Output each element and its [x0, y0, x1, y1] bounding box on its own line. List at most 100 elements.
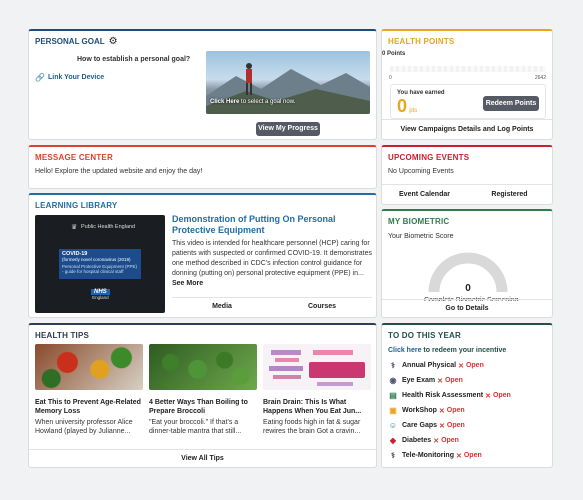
- status-x-icon: ✕: [433, 437, 440, 445]
- go-to-details-link[interactable]: Go to Details: [382, 299, 552, 317]
- todo-card: TO DO THIS YEAR Click here to redeem you…: [381, 323, 553, 468]
- todo-label: Health Risk Assessment: [402, 392, 484, 399]
- tip-title: Eat This to Prevent Age-Related Memory L…: [35, 399, 141, 415]
- view-progress-button[interactable]: View My Progress: [256, 122, 320, 136]
- view-campaigns-link[interactable]: View Campaigns Details and Log Points: [382, 119, 552, 139]
- clipboard-icon: ▤: [389, 391, 397, 400]
- todo-list: ⚕ Annual Physical ✕ Open ◉ Eye Exam ✕ Op…: [388, 358, 511, 463]
- status-x-icon: ✕: [439, 422, 445, 430]
- gear-icon[interactable]: ⚙: [109, 36, 118, 46]
- health-points-card: HEALTH POINTS 0 Points 0 2642 You have e…: [381, 29, 553, 140]
- goal-question: How to establish a personal goal?: [77, 56, 191, 63]
- see-more-link[interactable]: See More: [172, 280, 203, 287]
- status-open: Open: [444, 377, 463, 384]
- nhs-badge: NHS England: [91, 289, 110, 300]
- status-open: Open: [446, 422, 465, 429]
- todo-label: WorkShop: [402, 407, 437, 414]
- nhs-badge-bottom: England: [92, 295, 109, 300]
- learning-library-title: LEARNING LIBRARY: [35, 201, 118, 210]
- link-icon: 🔗: [35, 73, 45, 82]
- goal-image-caption-bold: Click Here: [210, 99, 240, 105]
- word-cloud-graphic: [269, 350, 365, 386]
- tip-desc: "Eat your broccoli." If that's a dinner-…: [149, 419, 242, 435]
- video-header: Public Health England: [81, 224, 136, 230]
- tab-media[interactable]: Media: [172, 298, 272, 317]
- redeem-incentive-line: Click here to redeem your incentive: [388, 347, 506, 354]
- link-device-label: Link Your Device: [47, 74, 105, 81]
- todo-label: Diabetes: [402, 437, 432, 444]
- stethoscope-icon: ⚕: [390, 361, 396, 370]
- todo-item-eye-exam[interactable]: ◉ Eye Exam ✕ Open: [388, 373, 511, 388]
- message-text: Hello! Explore the updated website and e…: [35, 168, 203, 175]
- status-x-icon: ✕: [455, 452, 462, 460]
- health-tips-card: HEALTH TIPS Eat This to Prevent Age-Rela…: [28, 323, 377, 468]
- tip-card-2[interactable]: 4 Better Ways Than Boiling to Prepare Br…: [149, 344, 257, 436]
- video-thumbnail[interactable]: ♛ Public Health England COVID-19 (former…: [35, 215, 165, 313]
- tip-desc: Eating foods high in fat & sugar rewires…: [263, 419, 361, 435]
- todo-item-care-gaps[interactable]: ☺ Care Gaps ✕ Open: [388, 418, 511, 433]
- todo-item-diabetes[interactable]: ◆ Diabetes ✕ Open: [388, 433, 511, 448]
- message-center-title: MESSAGE CENTER: [35, 153, 113, 162]
- tip-card-3[interactable]: Brain Drain: This Is What Happens When Y…: [263, 344, 371, 436]
- tab-registered[interactable]: Registered: [467, 185, 552, 204]
- upcoming-events-card: UPCOMING EVENTS No Upcoming Events Event…: [381, 145, 553, 205]
- tab-event-calendar[interactable]: Event Calendar: [382, 185, 467, 204]
- article-title[interactable]: Demonstration of Putting On Personal Pro…: [172, 214, 362, 236]
- earned-unit: pts: [409, 108, 418, 114]
- todo-item-workshop[interactable]: ▣ WorkShop ✕ Open: [388, 403, 511, 418]
- tip-title: Brain Drain: This Is What Happens When Y…: [263, 399, 362, 415]
- tip-title: 4 Better Ways Than Boiling to Prepare Br…: [149, 399, 248, 415]
- no-events-text: No Upcoming Events: [388, 168, 454, 175]
- message-center-card: MESSAGE CENTER Hello! Explore the update…: [28, 145, 377, 189]
- status-x-icon: ✕: [485, 392, 491, 400]
- todo-item-annual-physical[interactable]: ⚕ Annual Physical ✕ Open: [388, 358, 511, 373]
- todo-label: Tele-Monitoring: [402, 452, 454, 459]
- goal-image-caption: to select a goal now.: [239, 99, 296, 105]
- biometric-score-value: 0: [465, 283, 471, 294]
- status-open: Open: [463, 452, 482, 459]
- stethoscope-icon: ⚕: [390, 451, 396, 460]
- tip-image-junk-food-word-cloud: [263, 344, 371, 390]
- health-tips-title: HEALTH TIPS: [35, 331, 90, 340]
- redeem-points-button[interactable]: Redeem Points: [483, 96, 539, 111]
- article-body-text: This video is intended for healthcare pe…: [172, 240, 372, 277]
- doctor-icon: ☺: [388, 421, 398, 430]
- status-x-icon: ✕: [437, 377, 443, 385]
- tab-courses[interactable]: Courses: [272, 298, 372, 317]
- article-body: This video is intended for healthcare pe…: [172, 239, 372, 289]
- points-progress-track: [390, 66, 546, 72]
- todo-label: Annual Physical: [402, 362, 457, 369]
- link-device-link[interactable]: 🔗 Link Your Device: [35, 73, 104, 82]
- status-open: Open: [492, 392, 511, 399]
- tip-desc: When university professor Alice Howland …: [35, 419, 133, 435]
- todo-title: TO DO THIS YEAR: [388, 331, 461, 340]
- diabetes-icon: ◆: [389, 436, 397, 445]
- todo-item-health-risk-assessment[interactable]: ▤ Health Risk Assessment ✕ Open: [388, 388, 511, 403]
- video-line2: (formerly novel coronavirus (2019): [62, 257, 131, 262]
- video-line4: - guide for hospital clinical staff: [62, 269, 124, 274]
- events-tabs: Event Calendar Registered: [382, 184, 552, 204]
- tip-image-broccoli: [149, 344, 257, 390]
- earned-box: You have earned 0 pts Redeem Points: [390, 84, 546, 119]
- redeem-incentive-text: to redeem your incentive: [421, 347, 507, 354]
- goal-image[interactable]: Click Here to select a goal now.: [206, 51, 370, 114]
- view-all-tips-link[interactable]: View All Tips: [29, 449, 376, 467]
- crest-icon: ♛: [71, 224, 78, 231]
- personal-goal-title: PERSONAL GOAL: [35, 37, 105, 46]
- my-biometric-title: MY BIOMETRIC: [388, 217, 450, 226]
- todo-label: Care Gaps: [402, 422, 438, 429]
- status-open: Open: [441, 437, 459, 444]
- upcoming-events-title: UPCOMING EVENTS: [388, 153, 470, 162]
- tip-card-1[interactable]: Eat This to Prevent Age-Related Memory L…: [35, 344, 143, 436]
- redeem-incentive-link[interactable]: Click here: [388, 347, 421, 354]
- points-axis-max: 2642: [534, 75, 546, 81]
- tip-image-vegetables: [35, 344, 143, 390]
- health-points-title: HEALTH POINTS: [388, 37, 455, 46]
- todo-item-tele-monitoring[interactable]: ⚕ Tele-Monitoring ✕ Open: [388, 448, 511, 463]
- biometric-score-label: Your Biometric Score: [388, 233, 454, 240]
- points-label: 0 Points: [382, 51, 406, 57]
- points-axis-min: 0: [389, 75, 392, 81]
- my-biometric-card: MY BIOMETRIC Your Biometric Score 0 Comp…: [381, 209, 553, 318]
- biometric-gauge: 0: [428, 252, 508, 294]
- workshop-icon: ▣: [389, 406, 397, 415]
